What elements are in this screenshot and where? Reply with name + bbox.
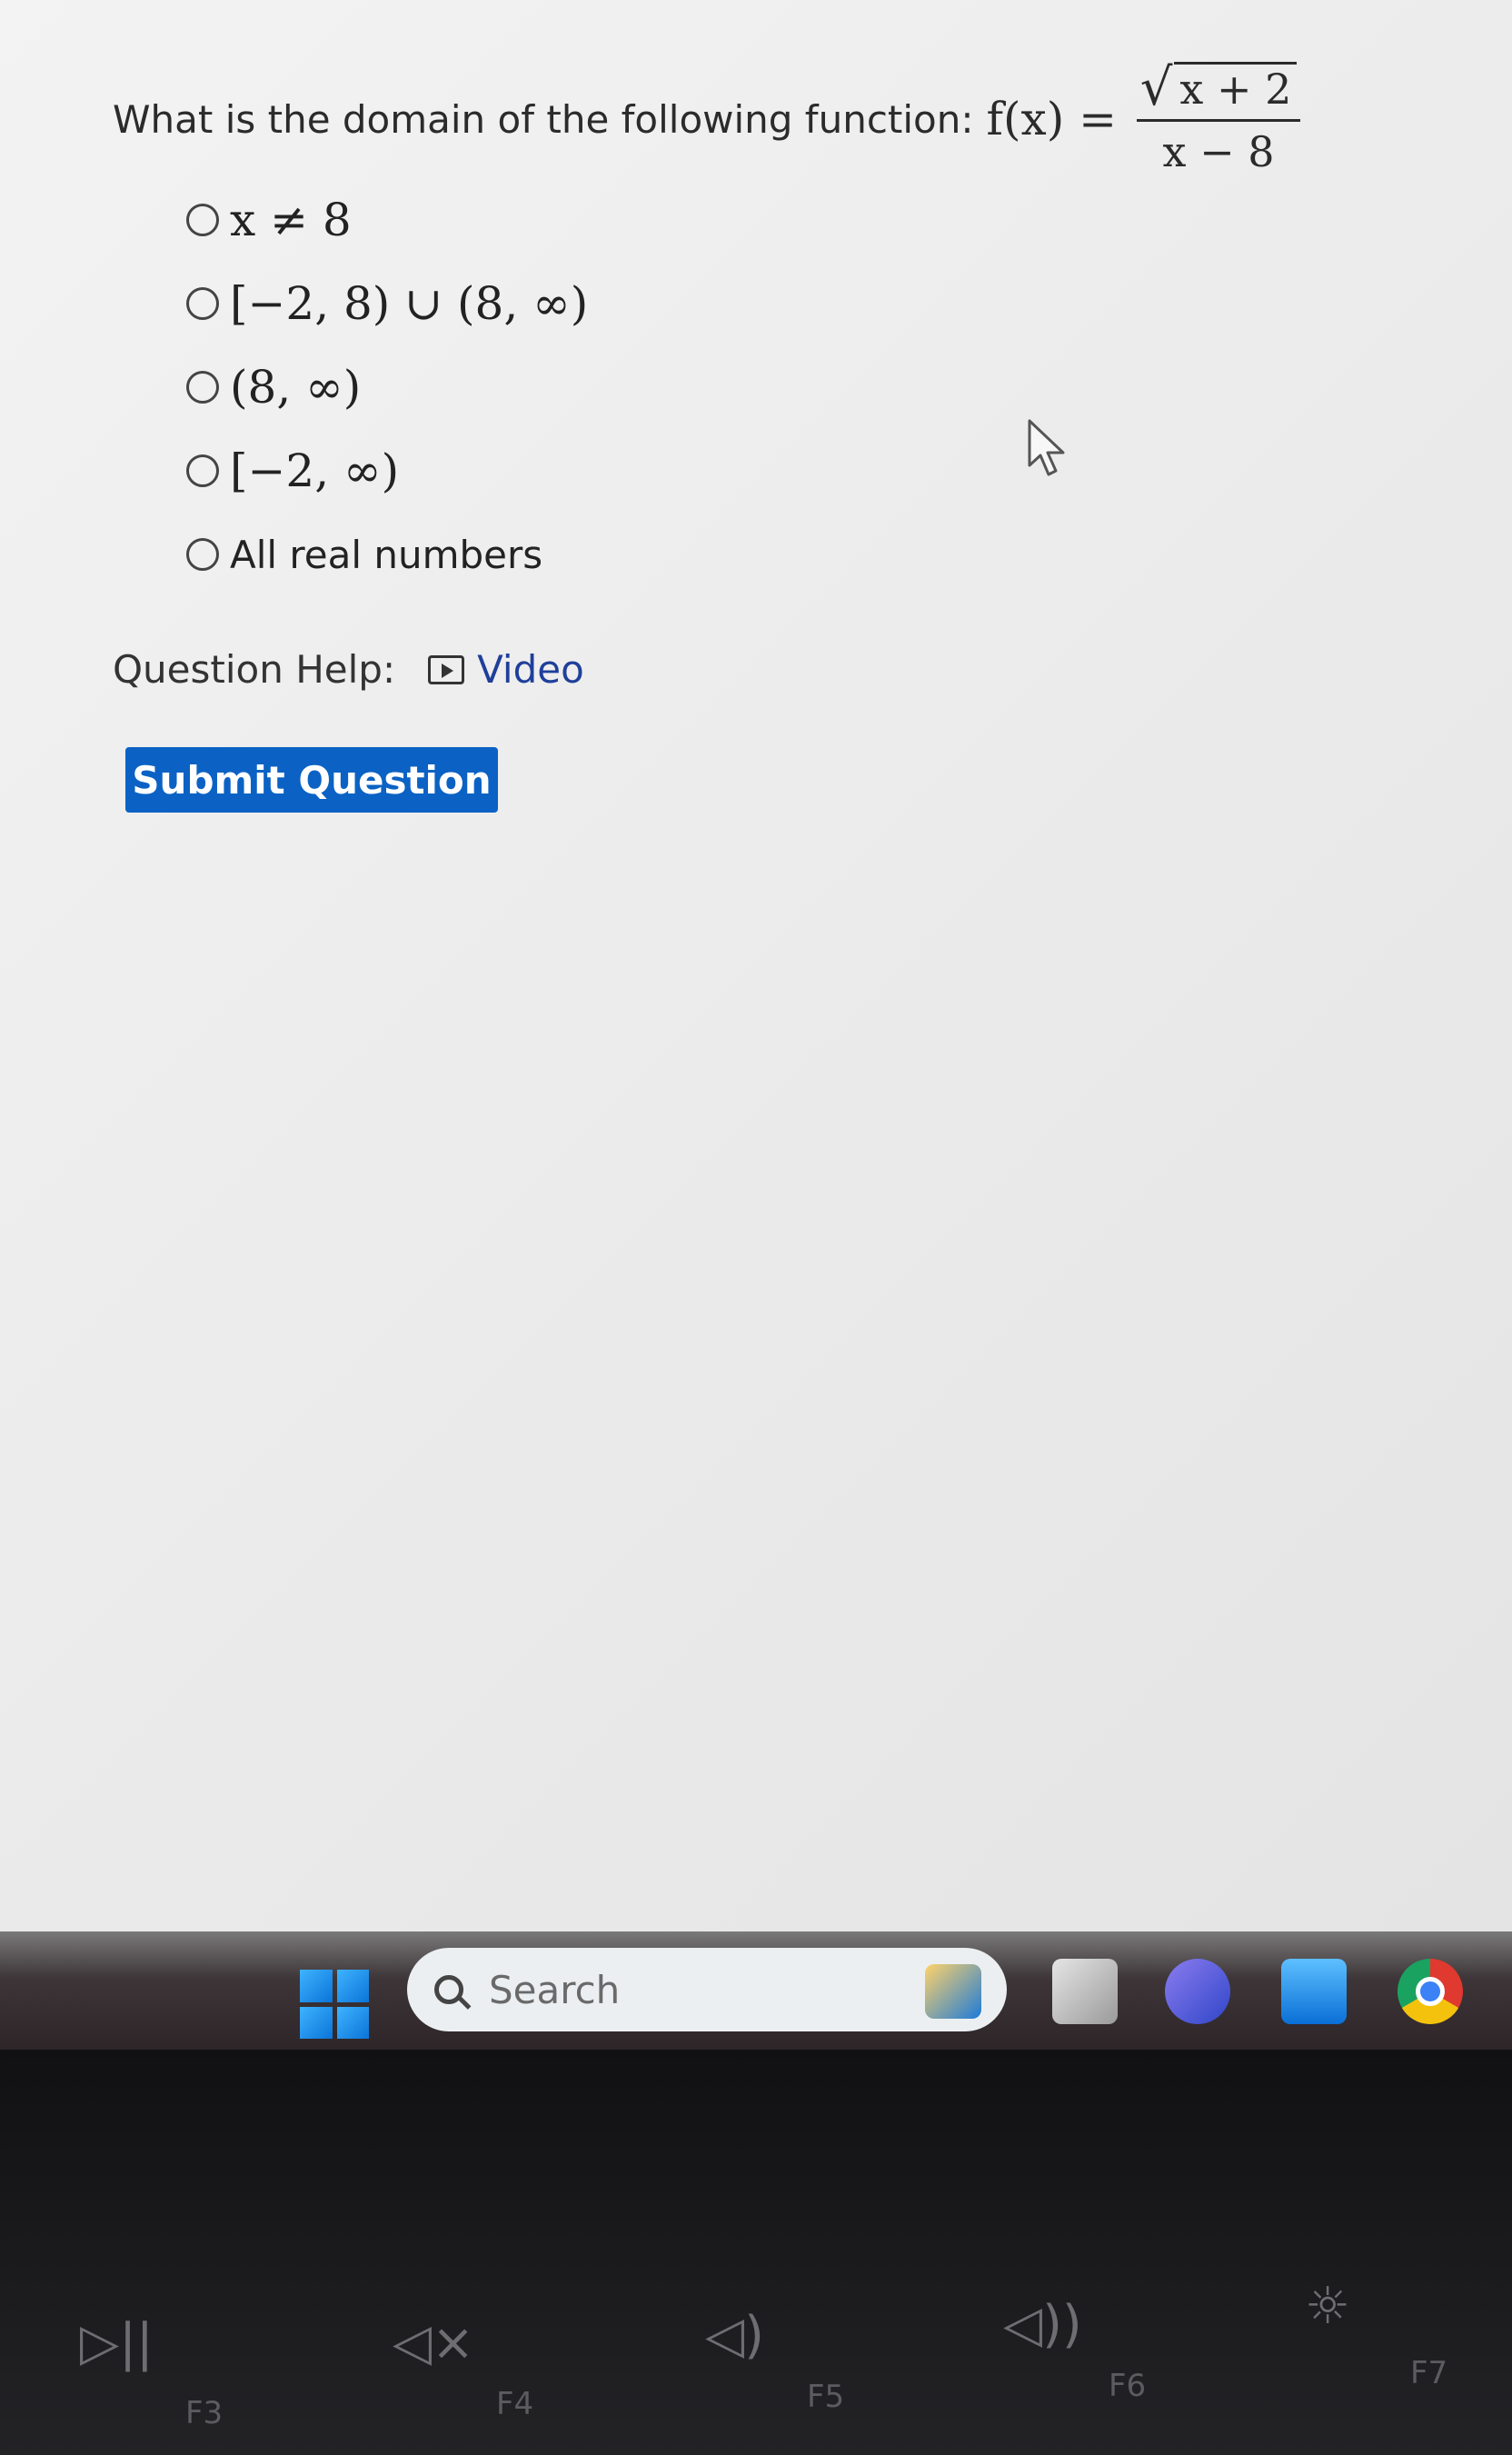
play-pause-key-icon: ▷|| bbox=[80, 2313, 154, 2372]
question-help-label: Question Help: bbox=[113, 647, 396, 692]
fraction-bar bbox=[1137, 119, 1301, 122]
question-text: What is the domain of the following func… bbox=[113, 62, 1301, 176]
key-label-f5: F5 bbox=[807, 2379, 845, 2415]
submit-question-button[interactable]: Submit Question bbox=[125, 747, 498, 813]
video-link-label: Video bbox=[477, 647, 584, 692]
option-label: [−2, ∞) bbox=[230, 444, 400, 497]
option-8-infinity[interactable]: (8, ∞) bbox=[186, 345, 588, 429]
radio-button[interactable] bbox=[186, 538, 219, 571]
video-help-link[interactable]: Video bbox=[428, 647, 584, 692]
fraction-numerator: √ x + 2 bbox=[1140, 62, 1298, 114]
volume-up-key-icon: ◁)) bbox=[1003, 2295, 1082, 2354]
key-label-f3: F3 bbox=[185, 2395, 224, 2431]
question-help: Question Help: Video bbox=[113, 647, 584, 692]
answer-options: x ≠ 8 [−2, 8) ∪ (8, ∞) (8, ∞) [−2, ∞) Al… bbox=[186, 178, 588, 596]
question-prompt: What is the domain of the following func… bbox=[113, 96, 974, 142]
windows-taskbar: Search bbox=[0, 1931, 1512, 2050]
radio-button[interactable] bbox=[186, 371, 219, 404]
option-x-not-8[interactable]: x ≠ 8 bbox=[186, 178, 588, 262]
option-neg2-infinity[interactable]: [−2, ∞) bbox=[186, 429, 588, 513]
option-all-real[interactable]: All real numbers bbox=[186, 513, 588, 596]
video-play-icon bbox=[428, 654, 465, 684]
function-name: f(x) = bbox=[986, 93, 1118, 145]
search-icon bbox=[434, 1975, 463, 2004]
sqrt-icon: √ bbox=[1139, 58, 1173, 117]
search-placeholder: Search bbox=[489, 1967, 621, 2012]
taskbar-search-box[interactable]: Search bbox=[407, 1948, 1007, 2031]
radicand: x + 2 bbox=[1174, 62, 1298, 114]
teams-icon[interactable] bbox=[1165, 1959, 1230, 2024]
option-interval-union[interactable]: [−2, 8) ∪ (8, ∞) bbox=[186, 262, 588, 345]
mail-icon[interactable] bbox=[1281, 1959, 1347, 2024]
brightness-key-icon: ☼ bbox=[1305, 2277, 1351, 2336]
search-highlight-icon bbox=[925, 1964, 981, 2019]
fraction-denominator: x − 8 bbox=[1162, 127, 1275, 176]
function-fraction: √ x + 2 x − 8 bbox=[1137, 62, 1301, 176]
laptop-keyboard: ▷|| F3 ◁× F4 ◁) F5 ◁)) F6 ☼ F7 bbox=[0, 2050, 1512, 2455]
chrome-icon[interactable] bbox=[1398, 1959, 1463, 2024]
key-label-f6: F6 bbox=[1109, 2368, 1147, 2404]
option-label: x ≠ 8 bbox=[230, 194, 352, 246]
radio-button[interactable] bbox=[186, 454, 219, 487]
mute-key-icon: ◁× bbox=[393, 2313, 474, 2372]
key-label-f7: F7 bbox=[1410, 2355, 1448, 2391]
mouse-pointer-icon bbox=[1028, 419, 1065, 476]
radio-button[interactable] bbox=[186, 287, 219, 320]
browser-content: What is the domain of the following func… bbox=[0, 0, 1512, 1931]
option-label: All real numbers bbox=[230, 532, 543, 577]
volume-down-key-icon: ◁) bbox=[705, 2306, 764, 2365]
file-explorer-icon[interactable] bbox=[1052, 1959, 1118, 2024]
option-label: [−2, 8) ∪ (8, ∞) bbox=[230, 277, 589, 330]
radio-button[interactable] bbox=[186, 204, 219, 236]
option-label: (8, ∞) bbox=[230, 361, 362, 414]
key-label-f4: F4 bbox=[496, 2386, 534, 2422]
windows-start-icon[interactable] bbox=[300, 1970, 369, 2039]
